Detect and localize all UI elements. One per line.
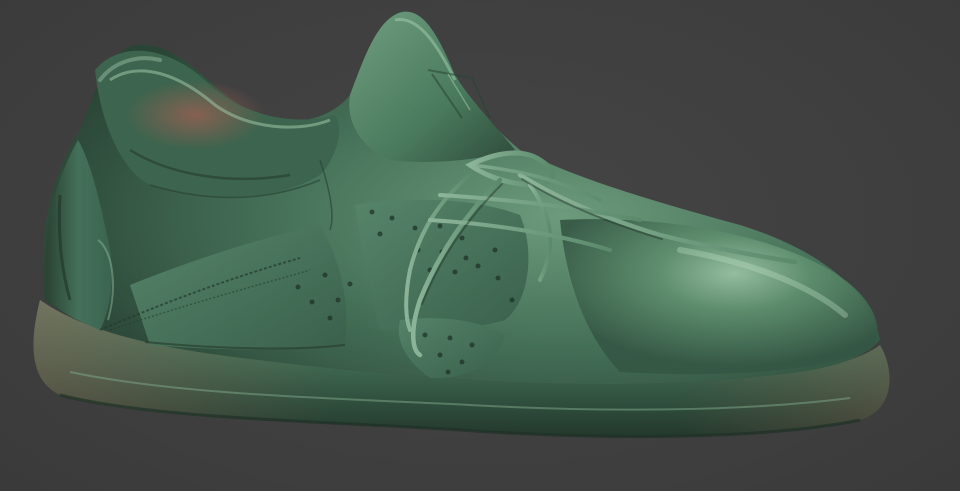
3d-viewport[interactable]	[0, 0, 960, 491]
tongue	[349, 11, 515, 162]
sneaker-model	[33, 11, 890, 439]
